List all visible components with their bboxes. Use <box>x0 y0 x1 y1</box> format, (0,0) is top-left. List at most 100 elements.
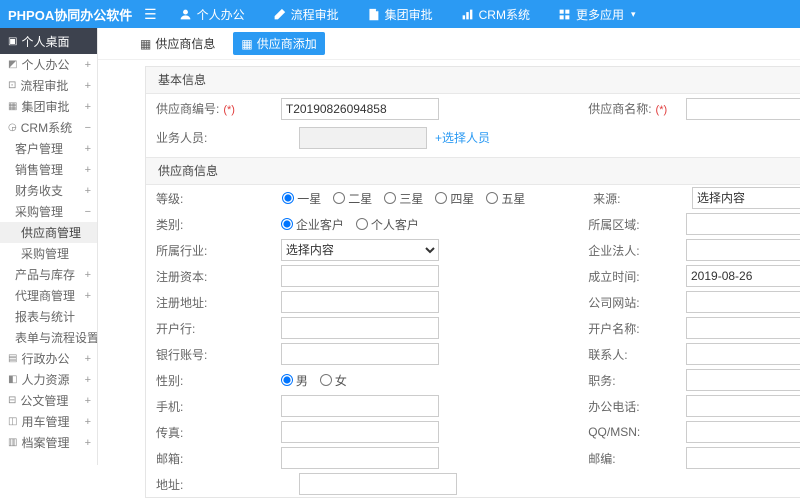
bank-account-input[interactable] <box>280 343 439 365</box>
founded-input[interactable] <box>686 265 800 287</box>
field-label: 类别: <box>156 217 184 232</box>
contact-input[interactable] <box>686 343 800 365</box>
level-radio-option[interactable]: 三星 <box>384 190 423 207</box>
qq-input[interactable] <box>686 421 800 443</box>
sidebar-item-document-mgmt[interactable]: ⊟ 公文管理 + <box>0 390 97 411</box>
field-label: 注册资本: <box>156 269 208 284</box>
tab-supplier-info[interactable]: ▦ 供应商信息 <box>132 32 223 55</box>
section-header-supplier: 供应商信息 <box>146 157 800 185</box>
position-input[interactable] <box>686 369 800 391</box>
choose-staff-link[interactable]: +选择人员 <box>435 129 490 146</box>
sidebar-item-form-flow-settings[interactable]: 表单与流程设置 + <box>0 327 97 348</box>
sidebar-item-procurement-mgmt[interactable]: 采购管理 − <box>0 201 97 222</box>
supplier-no-input[interactable] <box>280 97 439 120</box>
form-row: 业务人员: +选择人员 <box>146 123 800 152</box>
field-label: 联系人: <box>588 347 628 362</box>
sidebar-item-purchase-mgmt[interactable]: 采购管理 <box>0 243 97 264</box>
mobile-input[interactable] <box>280 395 439 417</box>
level-radio-option[interactable]: 一星 <box>282 190 321 207</box>
nav-item-crm[interactable]: CRM系统 <box>461 6 530 23</box>
crm-icon: ◶ <box>8 122 17 133</box>
form-row: 开户行: 开户名称: <box>146 315 800 341</box>
sidebar-item-hr[interactable]: ◧ 人力资源 + <box>0 369 97 390</box>
tab-supplier-add[interactable]: ▦ 供应商添加 <box>233 32 325 55</box>
document-icon: ⊟ <box>8 395 17 406</box>
website-input[interactable] <box>686 291 800 313</box>
address-input[interactable] <box>299 473 457 495</box>
collapse-icon: − <box>84 121 91 134</box>
staff-input[interactable] <box>299 126 427 149</box>
supplier-add-form: 基本信息 供应商编号:(*) 供应商名称:(*) 业务人员: +选择人员 供应商… <box>145 66 800 498</box>
sidebar-item-sales-mgmt[interactable]: 销售管理 + <box>0 159 97 180</box>
hamburger-menu-icon[interactable]: ☰ <box>144 0 157 28</box>
sidebar-item-crm[interactable]: ◶ CRM系统 − <box>0 117 97 138</box>
reg-address-input[interactable] <box>280 291 439 313</box>
category-radio-group: 企业客户 个人客户 <box>280 216 588 233</box>
gender-radio-option[interactable]: 男 <box>280 372 308 389</box>
sidebar-item-finance[interactable]: 财务收支 + <box>0 180 97 201</box>
level-radio <box>486 192 499 204</box>
supplier-name-input[interactable] <box>686 97 800 120</box>
sidebar-item-workflow-approval[interactable]: ⊡ 流程审批 + <box>0 75 97 96</box>
nav-item-more-apps[interactable]: 更多应用 ▾ <box>558 6 636 23</box>
level-radio <box>384 192 397 204</box>
form-row: 供应商编号:(*) 供应商名称:(*) <box>146 94 800 123</box>
legal-person-input[interactable] <box>686 239 800 261</box>
level-radio-option[interactable]: 二星 <box>333 190 372 207</box>
gender-radio <box>319 374 332 386</box>
sidebar-item-archive-mgmt[interactable]: ▥ 档案管理 + <box>0 432 97 453</box>
bar-chart-icon <box>461 8 474 21</box>
form-row: 注册资本: 成立时间: <box>146 263 800 289</box>
form-row: 地址: <box>146 471 800 497</box>
expand-icon: + <box>84 79 91 92</box>
field-label: 办公电话: <box>588 399 640 414</box>
field-label: 开户行: <box>156 321 196 336</box>
form-row: 传真: QQ/MSN: <box>146 419 800 445</box>
sidebar-item-customer-mgmt[interactable]: 客户管理 + <box>0 138 97 159</box>
archive-icon: ▥ <box>8 437 18 448</box>
tab-bar: ▦ 供应商信息 ▦ 供应商添加 <box>98 28 800 60</box>
reg-capital-input[interactable] <box>280 265 439 287</box>
document-edit-icon <box>367 8 380 21</box>
category-radio <box>355 218 368 230</box>
category-radio-option[interactable]: 企业客户 <box>280 216 344 233</box>
sidebar-item-agent-mgmt[interactable]: 代理商管理 + <box>0 285 97 306</box>
expand-icon: + <box>84 436 91 449</box>
level-radio-option[interactable]: 五星 <box>486 190 525 207</box>
bank-input[interactable] <box>280 317 439 339</box>
gender-radio-option[interactable]: 女 <box>319 372 347 389</box>
sidebar-item-personal-office[interactable]: ◩ 个人办公 + <box>0 54 97 75</box>
expand-icon: + <box>84 352 91 365</box>
sidebar-item-supplier-mgmt[interactable]: 供应商管理 <box>0 222 97 243</box>
source-select[interactable]: 选择内容 <box>692 187 800 209</box>
industry-select[interactable]: 选择内容 <box>280 239 439 261</box>
office-phone-input[interactable] <box>686 395 800 417</box>
field-label: 地址: <box>156 477 184 492</box>
sidebar-item-admin-office[interactable]: ▤ 行政办公 + <box>0 348 97 369</box>
app-logo: PHPOA协同办公软件 <box>8 7 133 23</box>
region-input[interactable] <box>686 213 800 235</box>
collapse-icon: − <box>84 205 91 218</box>
nav-item-group-approval[interactable]: 集团审批 <box>367 6 433 23</box>
nav-item-personal-office[interactable]: 个人办公 <box>179 6 245 23</box>
email-input[interactable] <box>280 447 439 469</box>
zip-input[interactable] <box>686 447 800 469</box>
table-add-icon: ▦ <box>241 36 253 51</box>
sidebar-item-vehicle-mgmt[interactable]: ◫ 用车管理 + <box>0 411 97 432</box>
sidebar-item-reports[interactable]: 报表与统计 <box>0 306 97 327</box>
sidebar-item-desktop[interactable]: ▣ 个人桌面 <box>0 28 97 54</box>
account-name-input[interactable] <box>686 317 800 339</box>
level-radio-option[interactable]: 四星 <box>435 190 474 207</box>
expand-icon: + <box>84 142 91 155</box>
field-label: 公司网站: <box>588 295 640 310</box>
fax-input[interactable] <box>280 421 439 443</box>
expand-icon: + <box>84 163 91 176</box>
sidebar-item-group-approval[interactable]: ▦ 集团审批 + <box>0 96 97 117</box>
sidebar: ▣ 个人桌面 ◩ 个人办公 + ⊡ 流程审批 + ▦ 集团审批 + ◶ CRM系… <box>0 28 98 465</box>
hr-icon: ◧ <box>8 374 18 385</box>
field-label: 供应商名称: (*) <box>588 102 668 116</box>
field-label: 开户名称: <box>588 321 640 336</box>
nav-item-workflow-approval[interactable]: 流程审批 <box>273 6 339 23</box>
category-radio-option[interactable]: 个人客户 <box>355 216 419 233</box>
sidebar-item-product-inventory[interactable]: 产品与库存 + <box>0 264 97 285</box>
